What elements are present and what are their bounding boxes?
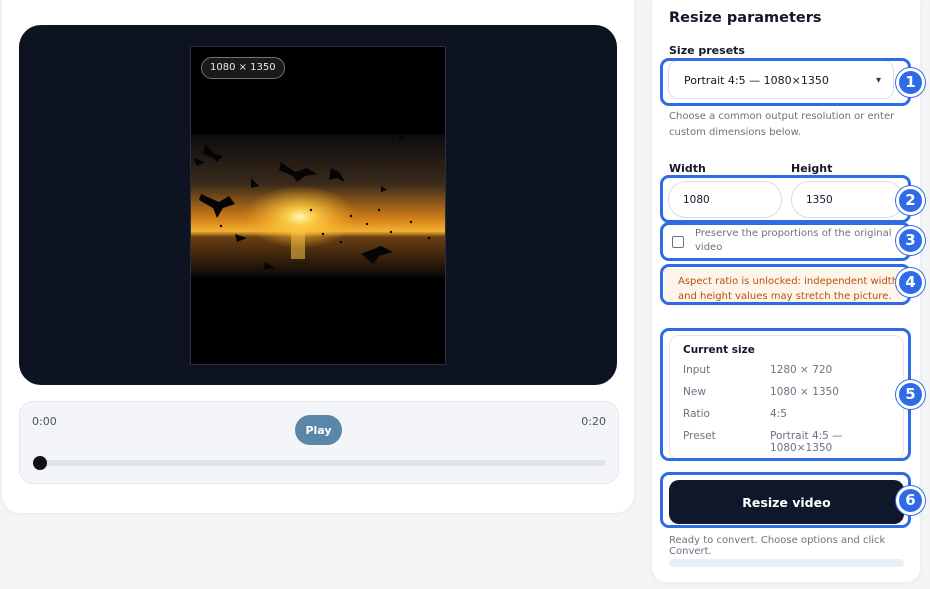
seek-bar[interactable] bbox=[37, 460, 606, 466]
size-row-key: New bbox=[683, 386, 706, 398]
video-frame: 1080 × 1350 bbox=[190, 46, 446, 365]
size-presets-select[interactable]: Portrait 4:5 — 1080×1350 ▾ bbox=[668, 60, 894, 99]
playback-controls: 0:00 Play 0:20 bbox=[19, 401, 619, 484]
play-button[interactable]: Play bbox=[295, 415, 342, 445]
chevron-down-icon: ▾ bbox=[875, 75, 881, 86]
size-presets-value: Portrait 4:5 — 1080×1350 bbox=[684, 74, 829, 87]
aspect-ratio-warning: Aspect ratio is unlocked: independent wi… bbox=[664, 269, 904, 306]
annotation-badge-6: 6 bbox=[896, 486, 925, 515]
preserve-proportions-label[interactable]: Preserve the proportions of the original… bbox=[695, 227, 895, 255]
annotation-badge-5: 5 bbox=[896, 380, 925, 409]
preserve-proportions-checkbox[interactable] bbox=[672, 236, 684, 248]
size-row-key: Preset bbox=[683, 430, 716, 442]
size-presets-label: Size presets bbox=[669, 44, 745, 57]
video-preview-stage: 1080 × 1350 bbox=[19, 25, 617, 385]
width-field[interactable] bbox=[668, 181, 782, 218]
size-row-value: 1080 × 1350 bbox=[770, 386, 839, 398]
current-time: 0:00 bbox=[32, 415, 57, 428]
presets-help-text: Choose a common output resolution or ent… bbox=[669, 111, 895, 138]
conversion-progress-bar bbox=[669, 559, 904, 567]
annotation-badge-4: 4 bbox=[896, 268, 925, 297]
height-label: Height bbox=[791, 162, 833, 175]
status-text: Ready to convert. Choose options and cli… bbox=[669, 535, 886, 557]
current-size-card: Current size Input 1280 × 720 New 1080 ×… bbox=[669, 335, 904, 460]
panel-title: Resize parameters bbox=[669, 10, 822, 26]
total-duration: 0:20 bbox=[581, 415, 606, 428]
dimension-badge: 1080 × 1350 bbox=[201, 57, 285, 79]
annotation-badge-3: 3 bbox=[896, 226, 925, 255]
video-thumbnail-image bbox=[191, 134, 445, 277]
height-field[interactable] bbox=[791, 181, 904, 218]
size-row-value: 1280 × 720 bbox=[770, 364, 833, 376]
annotation-badge-2: 2 bbox=[896, 186, 925, 215]
resize-parameters-panel: Resize parameters Size presets Portrait … bbox=[652, 0, 920, 582]
seek-handle[interactable] bbox=[33, 456, 47, 470]
annotation-badge-1: 1 bbox=[896, 68, 925, 97]
current-size-title: Current size bbox=[683, 344, 755, 356]
size-row-key: Ratio bbox=[683, 408, 710, 420]
size-row-key: Input bbox=[683, 364, 711, 376]
size-row-value: 4:5 bbox=[770, 408, 787, 420]
size-row-value: Portrait 4:5 — 1080×1350 bbox=[770, 430, 843, 454]
resize-video-button[interactable]: Resize video bbox=[669, 480, 904, 524]
width-label: Width bbox=[669, 162, 706, 175]
